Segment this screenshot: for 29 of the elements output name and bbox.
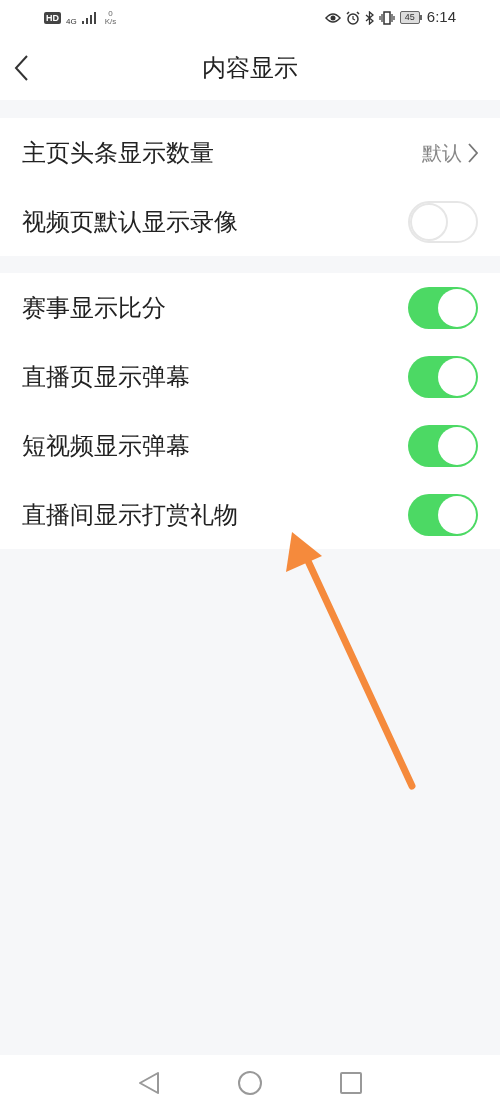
battery-icon: 45 — [399, 11, 420, 24]
speed-unit: K/s — [104, 17, 117, 26]
row-label: 赛事显示比分 — [22, 292, 167, 324]
toggle-switch[interactable] — [408, 424, 478, 467]
row-label: 直播页显示弹幕 — [22, 361, 191, 393]
home-nav-icon[interactable] — [238, 1071, 262, 1095]
back-icon — [14, 55, 28, 81]
alarm-icon — [345, 10, 360, 25]
vibrate-icon — [378, 10, 395, 25]
signal-icon — [81, 11, 96, 24]
network-label: 4G — [66, 17, 77, 26]
toggle-switch[interactable] — [408, 286, 478, 329]
toggle-switch[interactable] — [408, 355, 478, 398]
toggle-switch[interactable] — [408, 493, 478, 536]
hd-badge: HD — [44, 11, 61, 24]
clock-time: 6:14 — [426, 7, 456, 28]
back-nav-icon[interactable] — [138, 1071, 160, 1095]
eye-icon — [324, 11, 341, 24]
chevron-right-icon — [468, 142, 478, 163]
bluetooth-icon — [364, 10, 374, 25]
row-label: 直播间显示打赏礼物 — [22, 499, 239, 531]
toggle-switch[interactable] — [408, 200, 478, 243]
row-value: 默认 — [422, 139, 462, 167]
page-title: 内容显示 — [202, 52, 298, 84]
row-label: 视频页默认显示录像 — [22, 206, 239, 238]
speed-value: 0 — [108, 9, 113, 18]
row-label: 短视频显示弹幕 — [22, 430, 191, 462]
recents-nav-icon[interactable] — [340, 1072, 362, 1094]
row-label: 主页头条显示数量 — [22, 137, 215, 169]
